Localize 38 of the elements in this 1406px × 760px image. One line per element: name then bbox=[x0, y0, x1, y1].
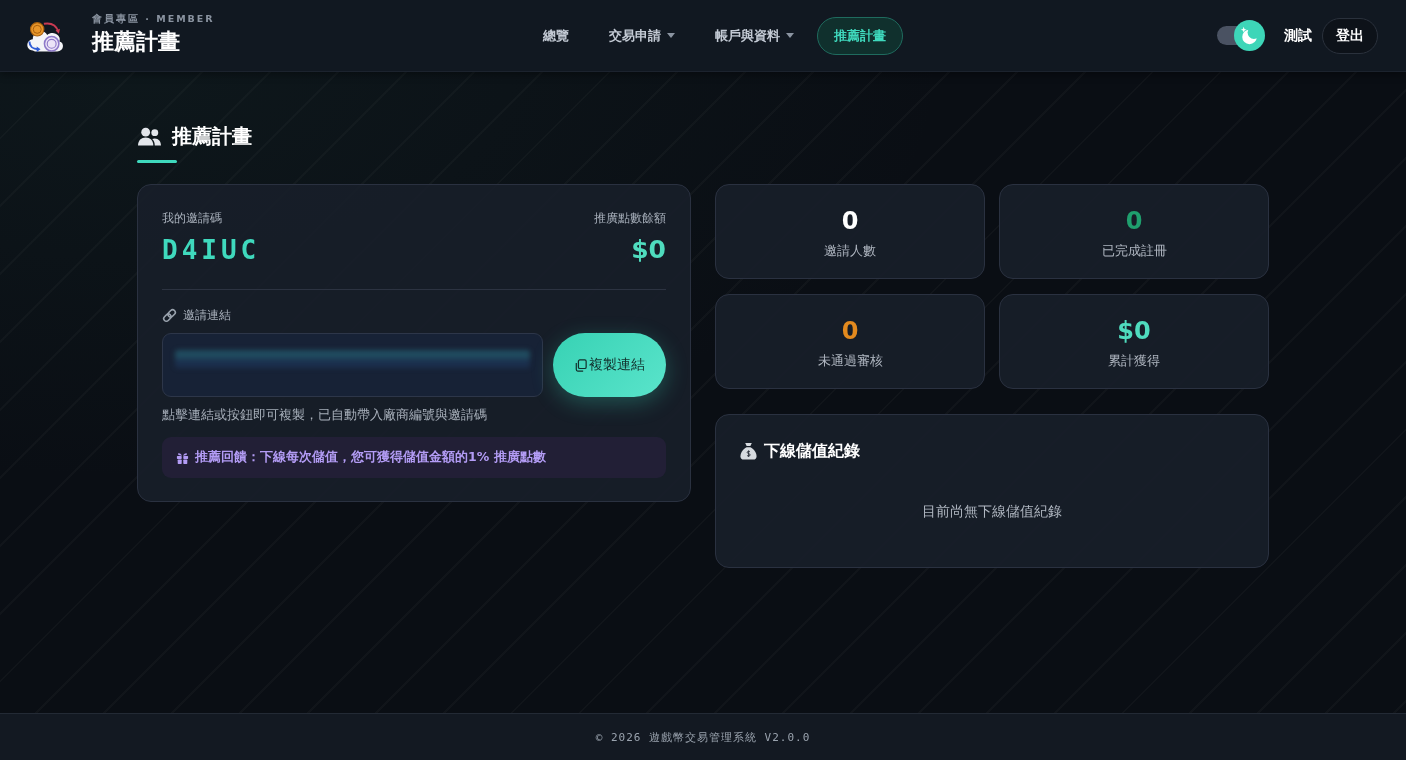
invite-code-label: 我的邀請碼 bbox=[162, 210, 223, 227]
records-title: 下線儲值紀錄 bbox=[764, 440, 860, 462]
balance-amount: $0 bbox=[631, 234, 666, 266]
stat-label: 未通過審核 bbox=[817, 351, 883, 369]
stat-value: $0 bbox=[1117, 316, 1151, 345]
gift-icon bbox=[176, 451, 189, 464]
stat-value: 0 bbox=[1125, 206, 1143, 235]
users-icon bbox=[138, 126, 161, 146]
link-icon bbox=[162, 308, 177, 323]
invite-link-label: 邀請連結 bbox=[183, 307, 231, 324]
money-bag-icon bbox=[740, 442, 757, 460]
stat-value: 0 bbox=[841, 316, 859, 345]
stat-value: 0 bbox=[841, 206, 859, 235]
caret-icon bbox=[785, 33, 794, 38]
copyright-text: © 2026 遊戲幣交易管理系統 V2.0.0 bbox=[595, 729, 811, 745]
empty-message: 目前尚無下線儲值紀錄 bbox=[921, 502, 1063, 521]
stat-label: 累計獲得 bbox=[1108, 351, 1160, 369]
copy-icon bbox=[574, 358, 587, 372]
section-caption: 會員專區 · MEMBER bbox=[92, 11, 215, 25]
balance-label: 推廣點數餘額 bbox=[594, 210, 666, 227]
caret-icon bbox=[666, 33, 675, 38]
reward-text: 推薦回饋：下線每次儲值，您可獲得儲值金額的1% 推廣點數 bbox=[195, 449, 546, 466]
invite-code: D4IUC bbox=[162, 234, 261, 267]
user-name: 測試 bbox=[1284, 26, 1312, 45]
moon-icon bbox=[1234, 20, 1265, 51]
invite-link-field[interactable] bbox=[162, 333, 543, 397]
nav-tab[interactable]: 總覽 bbox=[525, 16, 586, 55]
nav-tab[interactable]: 帳戶與資料 bbox=[697, 16, 811, 55]
nav-tab[interactable]: 推薦計畫 bbox=[816, 16, 903, 55]
header-title: 推薦計畫 bbox=[92, 27, 181, 56]
theme-toggle[interactable] bbox=[1217, 20, 1265, 51]
nav-tab[interactable]: 交易申請 bbox=[591, 16, 692, 55]
copy-link-button[interactable]: 複製連結 bbox=[553, 333, 666, 397]
stat-label: 邀請人數 bbox=[824, 241, 876, 259]
hint-text: 點擊連結或按鈕即可複製，已自動帶入廠商編號與邀請碼 bbox=[162, 406, 488, 424]
page-title: 推薦計畫 bbox=[172, 123, 252, 150]
logout-button[interactable]: 登出 bbox=[1322, 17, 1378, 54]
stat-label: 已完成註冊 bbox=[1101, 241, 1167, 259]
